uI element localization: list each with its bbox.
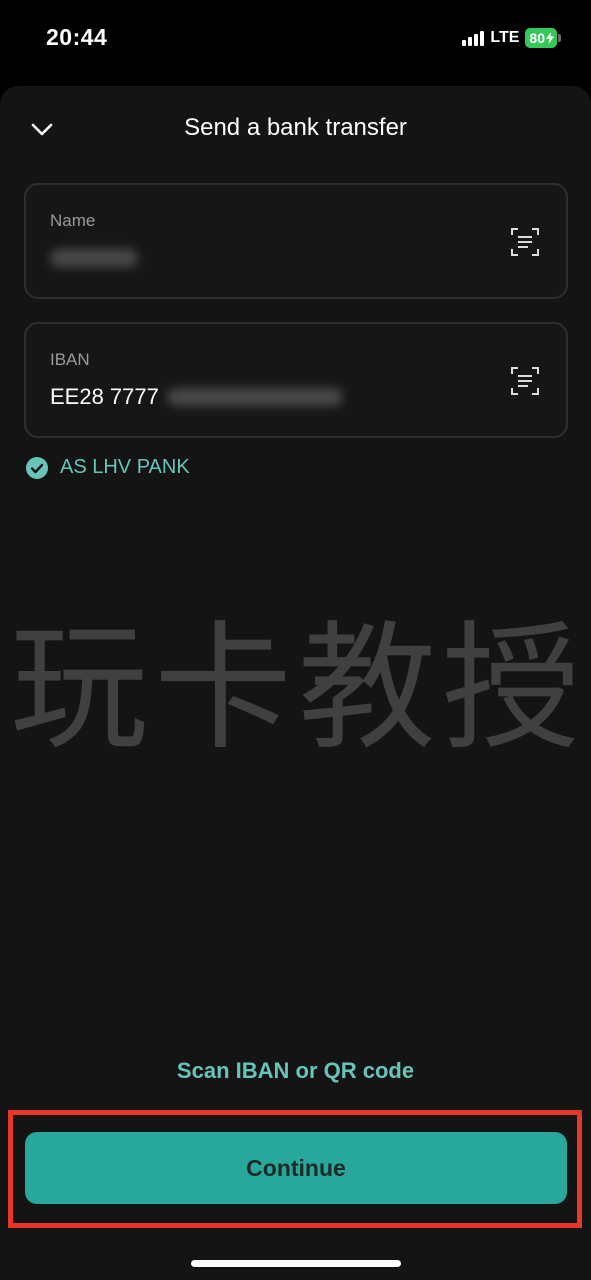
bank-name: AS LHV PANK — [60, 456, 190, 478]
redacted-name — [50, 249, 138, 267]
iban-field-label: IBAN — [50, 350, 90, 369]
scan-document-icon[interactable] — [510, 366, 540, 396]
status-time: 20:44 — [46, 24, 108, 50]
scan-document-icon[interactable] — [510, 227, 540, 257]
status-bar: 20:44 LTE 80 — [0, 0, 591, 80]
iban-field[interactable]: IBAN EE28 7777 — [24, 322, 568, 438]
name-field[interactable]: Name — [24, 183, 568, 299]
redacted-iban — [166, 388, 343, 406]
check-circle-icon — [26, 456, 48, 479]
bank-transfer-sheet: Send a bank transfer Name IBAN EE28 7777… — [0, 86, 591, 1280]
scan-iban-qr-link[interactable]: Scan IBAN or QR code — [0, 1058, 591, 1084]
signal-icon — [462, 30, 485, 46]
bank-verification: AS LHV PANK — [26, 456, 190, 479]
iban-field-value: EE28 7777 — [50, 384, 343, 410]
charging-bolt-icon — [546, 32, 554, 44]
battery-level: 80 — [529, 30, 545, 46]
home-indicator[interactable] — [191, 1260, 401, 1267]
watermark: 玩卡教授 — [10, 608, 587, 769]
name-field-value — [50, 245, 138, 267]
page-title: Send a bank transfer — [184, 114, 407, 141]
battery-icon: 80 — [525, 28, 561, 48]
iban-visible-text: EE28 7777 — [50, 384, 159, 409]
name-field-label: Name — [50, 211, 96, 230]
continue-button[interactable]: Continue — [25, 1132, 567, 1204]
network-type: LTE — [490, 29, 520, 46]
status-indicators: LTE 80 — [462, 28, 561, 48]
